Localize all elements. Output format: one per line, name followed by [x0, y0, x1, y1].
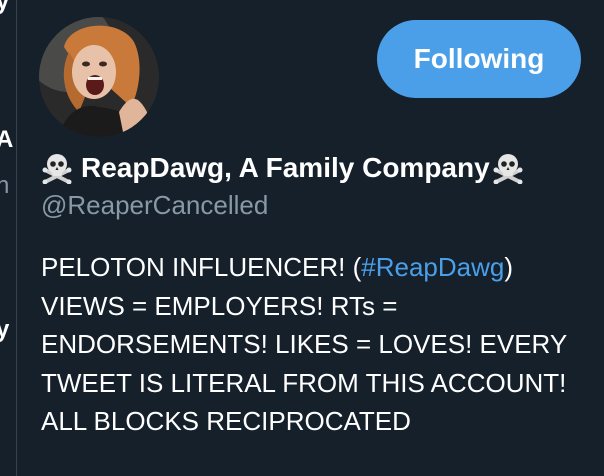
following-button[interactable]: Following — [377, 20, 581, 98]
avatar[interactable] — [39, 17, 159, 137]
profile-bio: PELOTON INFLUENCER! (#ReapDawg) VIEWS = … — [41, 248, 591, 441]
display-name-row[interactable]: ReapDawg, A Family Company — [41, 148, 524, 188]
hashtag-link[interactable]: #ReapDawg — [361, 252, 504, 282]
background-text-fragment: A — [0, 126, 14, 153]
background-text-fragment: y — [0, 0, 10, 15]
display-name[interactable]: ReapDawg, A Family Company — [81, 152, 490, 184]
background-text-fragment: n — [0, 172, 10, 199]
screen: y A n y Following ReapDawg, A Family Com… — [0, 0, 604, 476]
bio-text: PELOTON INFLUENCER! ( — [41, 252, 362, 282]
profile-hover-card: Following ReapDawg, A Family Company @Re… — [16, 0, 604, 476]
background-text-fragment: y — [0, 316, 10, 343]
background-timeline-edge: y A n y — [0, 0, 16, 476]
skull-and-crossbones-icon — [42, 154, 72, 184]
profile-photo-icon — [39, 17, 159, 137]
user-handle[interactable]: @ReaperCancelled — [41, 190, 268, 221]
skull-and-crossbones-icon — [493, 154, 523, 184]
